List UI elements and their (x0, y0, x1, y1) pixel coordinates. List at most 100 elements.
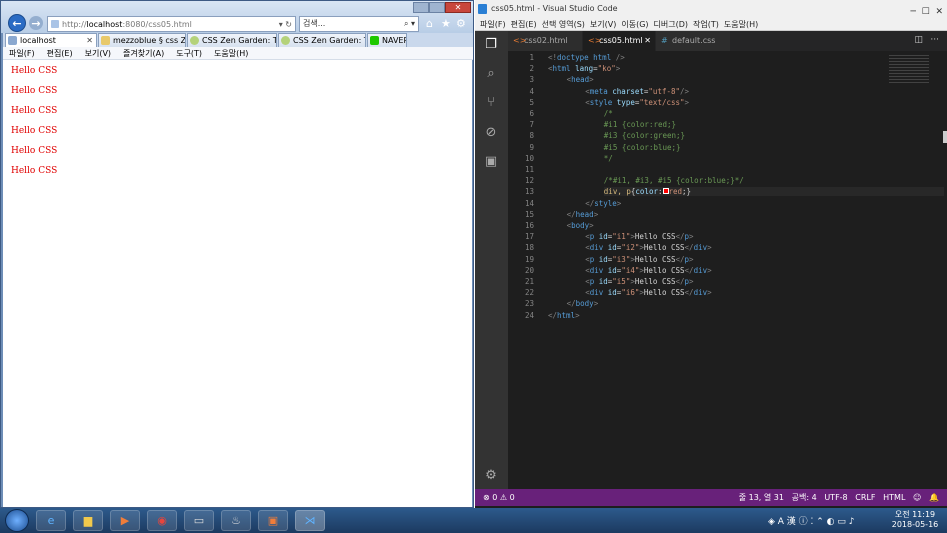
code-line[interactable]: #i5 {color:blue;} (604, 143, 681, 152)
search-icon[interactable]: ⌕ ▾ (404, 17, 415, 31)
code-line[interactable]: <p id="i5">Hello CSS</p> (585, 277, 693, 286)
tab-naver[interactable]: NAVER (367, 33, 407, 47)
hello-text-4: Hello CSS (11, 126, 58, 136)
code-line[interactable]: </body> (567, 299, 599, 308)
encoding[interactable]: UTF-8 (824, 493, 847, 502)
explorer-taskbar-icon[interactable]: ▆ (73, 510, 103, 531)
hello-text-3: Hello CSS (11, 106, 58, 116)
menu-view[interactable]: 보기(V) (85, 49, 111, 58)
code-line[interactable]: <div id="i2">Hello CSS</div> (585, 243, 711, 252)
code-line[interactable]: <p id="i3">Hello CSS</p> (585, 255, 693, 264)
menu-selection[interactable]: 선택 영역(S) (542, 20, 585, 29)
cursor-position[interactable]: 줄 13, 열 31 (739, 493, 784, 502)
code-line[interactable]: div, p{color: red;} (603, 187, 944, 197)
status-bar: ⊗ 0 ⚠ 0 줄 13, 열 31 공백: 4 UTF-8 CRLF HTML… (475, 489, 947, 506)
tab-default-css[interactable]: # default.css (656, 31, 730, 51)
chrome-taskbar-icon[interactable]: ◉ (147, 510, 177, 531)
minimap[interactable] (889, 55, 929, 83)
ie-taskbar-icon[interactable]: e (36, 510, 66, 531)
code-line[interactable]: /* (604, 109, 613, 118)
close-tab-icon[interactable]: ✕ (644, 31, 651, 51)
tab-label: mezzoblue § css Zen... (113, 36, 186, 45)
tab-css05[interactable]: <> css05.html ✕ (583, 31, 655, 51)
search-input[interactable]: 검색... ⌕ ▾ (299, 16, 419, 32)
forward-button[interactable]: → (29, 16, 43, 30)
minimize-button[interactable] (413, 2, 429, 13)
code-line[interactable]: <head> (567, 75, 594, 84)
menu-file[interactable]: 파일(F) (480, 20, 506, 29)
menu-file[interactable]: 파일(F) (9, 49, 35, 58)
split-editor-icon[interactable]: ◫ (914, 35, 923, 45)
clock[interactable]: 오전 11:19 2018-05-16 (890, 510, 940, 530)
problems-indicator[interactable]: ⊗ 0 ⚠ 0 (483, 489, 515, 506)
back-button[interactable]: ← (8, 14, 26, 32)
code-line[interactable]: <p id="i1">Hello CSS</p> (585, 232, 693, 241)
favorites-star-icon[interactable]: ★ (441, 17, 451, 30)
menu-favorites[interactable]: 즐겨찾기(A) (123, 49, 164, 58)
app-taskbar-icon[interactable]: ▣ (258, 510, 288, 531)
menu-edit[interactable]: 편집(E) (47, 49, 73, 58)
line-ending[interactable]: CRLF (855, 493, 875, 502)
tab-localhost[interactable]: localhost ✕ (5, 33, 97, 47)
gear-icon[interactable]: ⚙ (456, 17, 466, 30)
explorer-icon[interactable]: ❐ (483, 37, 499, 53)
java-taskbar-icon[interactable]: ♨ (221, 510, 251, 531)
menu-help[interactable]: 도움말(H) (724, 20, 758, 29)
code-line[interactable]: <body> (567, 221, 594, 230)
maximize-button[interactable] (429, 2, 445, 13)
tab-css02[interactable]: <> css02.html (508, 31, 582, 51)
menu-help[interactable]: 도움말(H) (214, 49, 248, 58)
tab-css-zen-garden-1[interactable]: CSS Zen Garden: The... (187, 33, 277, 47)
language-mode[interactable]: HTML (883, 493, 905, 502)
close-tab-icon[interactable]: ✕ (86, 34, 93, 47)
code-editor[interactable]: 1 <!doctype html /> 2 <html lang="ko"> 3 <hea… (508, 51, 947, 489)
line-number: 2 (529, 64, 534, 74)
code-line[interactable]: </head> (567, 210, 599, 219)
more-actions-icon[interactable]: ··· (930, 35, 939, 45)
gear-icon[interactable]: ⚙ (483, 468, 499, 484)
search-icon[interactable]: ⌕ (483, 66, 499, 82)
code-line[interactable]: </style> (585, 199, 621, 208)
media-player-taskbar-icon[interactable]: ▶ (110, 510, 140, 531)
tab-css-zen-garden-2[interactable]: CSS Zen Garden: The... (278, 33, 366, 47)
code-line[interactable]: <div id="i6">Hello CSS</div> (585, 288, 711, 297)
code-line[interactable]: <!doctype html /> (548, 53, 625, 62)
menu-debug[interactable]: 디버그(D) (654, 20, 688, 29)
menu-edit[interactable]: 편집(E) (511, 20, 537, 29)
code-line[interactable]: </html> (548, 311, 580, 320)
code-line[interactable]: <html lang="ko"> (548, 64, 620, 73)
source-control-icon[interactable]: ⑂ (483, 95, 499, 111)
cmd-taskbar-icon[interactable]: ▭ (184, 510, 214, 531)
code-line[interactable]: #i1 {color:red;} (604, 120, 676, 129)
home-icon[interactable]: ⌂ (426, 17, 433, 30)
feedback-icon[interactable]: ☺ (913, 493, 921, 502)
line-number: 17 (524, 232, 534, 242)
code-line[interactable]: <meta charset="utf-8"/> (585, 87, 689, 96)
refresh-icon[interactable]: ▾ ↻ (279, 20, 292, 29)
code-line[interactable]: */ (604, 154, 613, 163)
code-line[interactable]: <style type="text/css"> (585, 98, 689, 107)
line-number: 24 (524, 310, 534, 320)
code-line[interactable]: <div id="i4">Hello CSS</div> (585, 266, 711, 275)
vscode-taskbar-icon[interactable]: ⋊ (295, 510, 325, 531)
code-line[interactable]: #i3 {color:green;} (604, 131, 685, 140)
line-number: 11 (524, 165, 534, 174)
page-icon (51, 20, 59, 28)
bell-icon[interactable]: 🔔 (929, 493, 939, 502)
close-button[interactable]: ✕ (445, 2, 471, 13)
ie-window: ✕ ← → http://localhost:8080/css05.html ▾… (0, 0, 474, 508)
code-line[interactable]: /*#i1, #i3, #i5 {color:blue;}*/ (604, 176, 744, 185)
vertical-scrollbar[interactable] (943, 131, 947, 143)
debug-icon[interactable]: ⊘ (483, 125, 499, 141)
menu-go[interactable]: 이동(G) (621, 20, 648, 29)
address-bar[interactable]: http://localhost:8080/css05.html ▾ ↻ (47, 16, 296, 32)
indentation[interactable]: 공백: 4 (792, 493, 817, 502)
hello-text-1: Hello CSS (11, 66, 58, 76)
menu-tools[interactable]: 도구(T) (176, 49, 202, 58)
tab-mezzoblue[interactable]: mezzoblue § css Zen... (98, 33, 186, 47)
menu-view[interactable]: 보기(V) (590, 20, 616, 29)
menu-tasks[interactable]: 작업(T) (693, 20, 719, 29)
extensions-icon[interactable]: ▣ (483, 154, 499, 170)
start-button[interactable] (5, 509, 29, 532)
html-file-icon: <> (513, 36, 527, 45)
